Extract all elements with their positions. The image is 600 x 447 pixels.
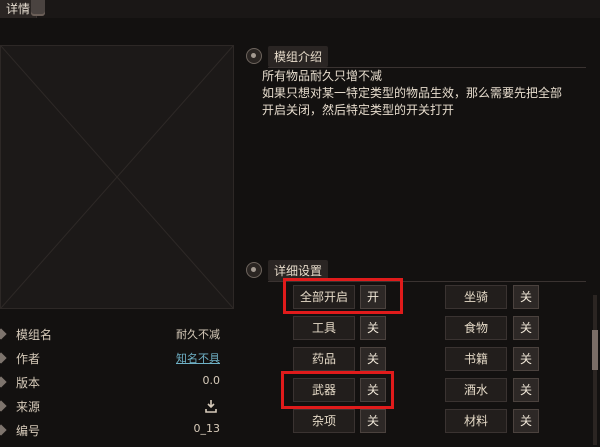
toggle-tools[interactable]: 关 bbox=[360, 316, 386, 340]
mod-preview-image bbox=[0, 45, 234, 309]
author-link[interactable]: 知名不具 bbox=[176, 350, 220, 366]
info-key: 编号 bbox=[16, 424, 41, 438]
info-row-author: 作者 知名不具 bbox=[0, 346, 232, 370]
section-icon bbox=[246, 48, 262, 64]
highlight-box-weapons bbox=[281, 371, 394, 409]
top-bar bbox=[0, 0, 600, 18]
info-value: 0.0 bbox=[202, 374, 221, 387]
highlight-box-all bbox=[283, 278, 403, 314]
setting-label-misc: 杂项 bbox=[293, 409, 355, 433]
scrollbar-thumb[interactable] bbox=[592, 330, 598, 370]
setting-label-tools: 工具 bbox=[293, 316, 355, 340]
intro-title: 模组介绍 bbox=[268, 46, 329, 67]
info-key: 来源 bbox=[16, 400, 41, 414]
bullet-icon bbox=[0, 352, 7, 364]
intro-header: 模组介绍 bbox=[246, 45, 592, 68]
info-value: 耐久不减 bbox=[176, 328, 220, 341]
setting-label-medicine: 药品 bbox=[293, 347, 355, 371]
toggle-wine[interactable]: 关 bbox=[513, 378, 539, 402]
intro-line: 如果只想对某一特定类型的物品生效，那么需要先把全部 bbox=[262, 86, 563, 100]
preview-placeholder-icon bbox=[1, 46, 233, 308]
bullet-icon bbox=[0, 328, 7, 340]
scrollbar-track[interactable] bbox=[593, 295, 597, 445]
info-row-version: 版本 0.0 bbox=[0, 370, 232, 394]
setting-label-mounts: 坐骑 bbox=[445, 285, 507, 309]
info-row-name: 模组名 耐久不减 bbox=[0, 322, 232, 346]
bullet-icon bbox=[0, 376, 7, 388]
intro-text: 所有物品耐久只增不减 如果只想对某一特定类型的物品生效，那么需要先把全部 开启关… bbox=[262, 68, 592, 218]
setting-label-books: 书籍 bbox=[445, 347, 507, 371]
info-key: 作者 bbox=[16, 352, 41, 366]
section-icon bbox=[246, 262, 262, 278]
info-row-id: 编号 0_13 bbox=[0, 418, 232, 442]
toggle-materials[interactable]: 关 bbox=[513, 409, 539, 433]
toggle-books[interactable]: 关 bbox=[513, 347, 539, 371]
info-value: 0_13 bbox=[193, 422, 221, 435]
bullet-icon bbox=[0, 400, 7, 412]
toggle-food[interactable]: 关 bbox=[513, 316, 539, 340]
toggle-misc[interactable]: 关 bbox=[360, 409, 386, 433]
setting-label-materials: 材料 bbox=[445, 409, 507, 433]
toggle-mounts[interactable]: 关 bbox=[513, 285, 539, 309]
intro-line: 开启关闭，然后特定类型的开关打开 bbox=[262, 103, 455, 117]
setting-label-food: 食物 bbox=[445, 316, 507, 340]
info-key: 模组名 bbox=[16, 328, 53, 342]
tab-nub bbox=[31, 0, 45, 16]
toggle-medicine[interactable]: 关 bbox=[360, 347, 386, 371]
intro-line: 所有物品耐久只增不减 bbox=[262, 69, 383, 83]
setting-label-wine: 酒水 bbox=[445, 378, 507, 402]
bullet-icon bbox=[0, 424, 7, 436]
info-key: 版本 bbox=[16, 376, 41, 390]
download-icon[interactable] bbox=[204, 398, 218, 413]
info-row-source: 来源 bbox=[0, 394, 232, 418]
